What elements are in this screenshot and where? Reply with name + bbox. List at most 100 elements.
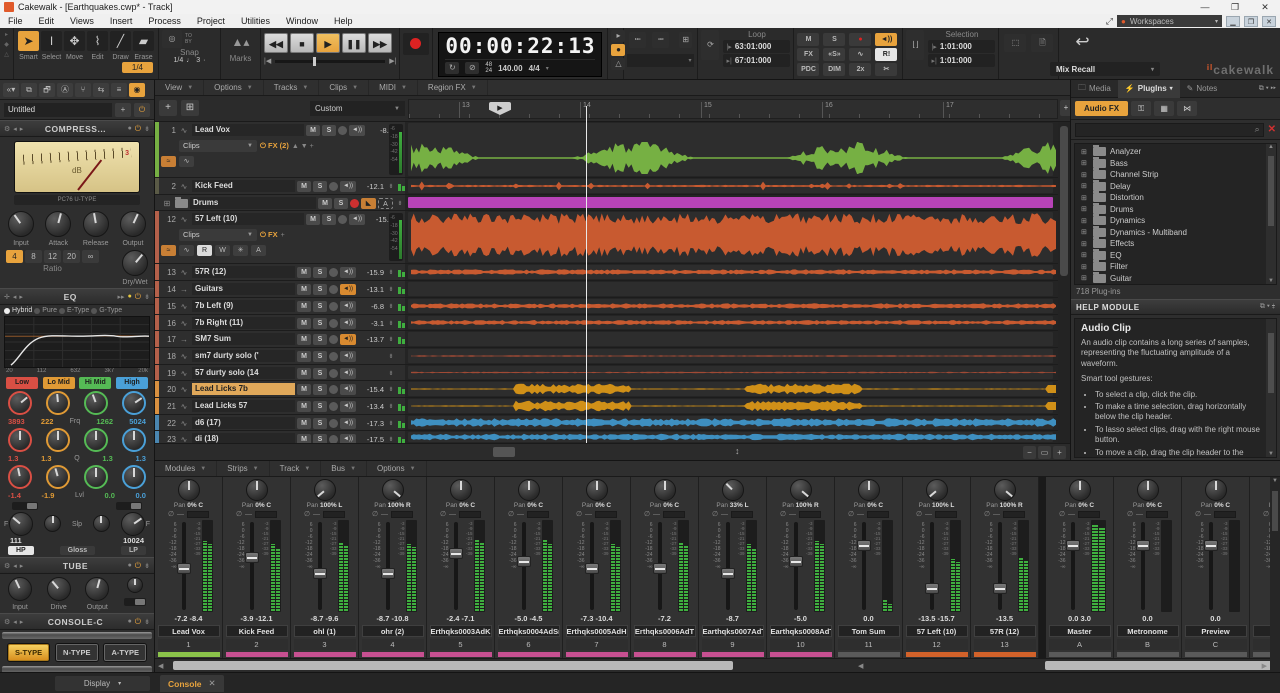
clip-row[interactable] <box>405 381 1058 398</box>
console-strip[interactable]: Pan 33% L∅—60-6-12-18-24-36-∞-3-9-15-21-… <box>699 477 767 658</box>
next-icon[interactable]: ▸ <box>20 125 24 133</box>
eq-q-value-1[interactable]: 1.3 <box>41 454 51 463</box>
flip-icon[interactable]: ⇆ <box>93 83 109 97</box>
prev-icon[interactable]: ◂ <box>13 125 17 133</box>
audio-clip[interactable] <box>408 299 1053 313</box>
track-name[interactable]: Drums <box>190 197 316 209</box>
tab-plugins[interactable]: ⚡PlugIns ▾ <box>1118 80 1180 98</box>
track-row[interactable]: 14→GuitarsMS◄))-13.1⇟ <box>155 281 405 298</box>
row-expand-icon[interactable]: ⇟ <box>386 353 396 360</box>
track-row[interactable]: 2∿Kick FeedMS◄))-12.1⇟ <box>155 178 405 195</box>
gloss-button[interactable]: Gloss <box>60 546 95 555</box>
solo-dot-icon[interactable]: ● <box>128 618 132 625</box>
record-button[interactable] <box>403 33 429 55</box>
track-row[interactable]: 19∿57 durty solo (14MS◄))⇟ <box>155 365 405 381</box>
eq-q-knob-1[interactable] <box>46 428 70 454</box>
record-arm-button[interactable] <box>338 126 347 135</box>
row-expand-icon[interactable]: ⇟ <box>386 370 396 377</box>
collapse-icon[interactable]: «▾ <box>3 83 19 97</box>
clip-row[interactable] <box>405 415 1058 431</box>
fader-values[interactable]: 0.0 <box>1142 614 1152 624</box>
marks-icon[interactable]: ▲▴ <box>224 30 257 54</box>
solo-button[interactable]: S <box>313 284 327 295</box>
mute-button[interactable]: M <box>318 198 332 209</box>
play-button[interactable]: ▶ <box>316 33 340 53</box>
volume-fader[interactable] <box>862 522 866 610</box>
solo-button[interactable]: S <box>313 401 327 412</box>
record-arm-button[interactable] <box>329 335 338 344</box>
loop-icon[interactable]: ⟳ <box>701 30 719 60</box>
mute-button[interactable]: M <box>297 368 311 379</box>
prev-icon[interactable]: ◂ <box>13 618 17 626</box>
eq-header[interactable]: ✛ ◂▸ EQ ▸▸ ● ⏻ ⇟ <box>0 288 154 305</box>
toolbar-s-button[interactable]: «S» <box>823 48 845 61</box>
menu-process[interactable]: Process <box>140 16 189 26</box>
consolec-power-icon[interactable]: ⏻ <box>135 617 141 627</box>
eq-lvl-knob-0[interactable] <box>8 465 32 491</box>
record-arm-button[interactable] <box>329 319 338 328</box>
eq-band-lo-mid[interactable]: Lo Mid <box>43 377 75 389</box>
toolbar-fx-button[interactable]: FX <box>797 48 819 61</box>
ratio-4[interactable]: 4 <box>6 250 23 263</box>
tool-edit[interactable]: ⌇Edit <box>86 30 109 61</box>
prev-icon[interactable]: ◂ <box>13 293 17 301</box>
lpf-toggle[interactable] <box>116 502 142 510</box>
trackview-menu-view[interactable]: View▼ <box>155 80 204 95</box>
plugin-category-analyzer[interactable]: ⊞Analyzer <box>1075 146 1276 158</box>
row-expand-icon[interactable]: ⇟ <box>386 436 396 443</box>
gain-value[interactable]: -17.3 <box>358 419 384 428</box>
plugin-category-distortion[interactable]: ⊞Distortion <box>1075 192 1276 204</box>
console-strip[interactable]: Pan 0% C∅—60-6-12-18-24-36-∞-3-9-15-21-2… <box>155 477 223 658</box>
pan-knob[interactable] <box>654 479 676 501</box>
track-name[interactable]: 57 durty solo (14 <box>192 367 295 379</box>
console-strip[interactable]: Pan 0% C∅—60-6-12-18-24-36-∞-3-9-15-21-2… <box>563 477 631 658</box>
track-name[interactable]: sm7 durty solo (' <box>192 350 295 362</box>
close-button[interactable]: ✕ <box>1250 2 1280 13</box>
comp-knob-attack[interactable]: Attack <box>45 211 71 247</box>
lpf-freq-knob[interactable] <box>121 512 145 536</box>
ratio-12[interactable]: 12 <box>44 250 61 263</box>
console-strip[interactable]: Pan 100% R∅—60-6-12-18-24-36-∞-3-9-15-21… <box>359 477 427 658</box>
console-strip[interactable]: Pan 100% L∅—60-6-12-18-24-36-∞-3-9-15-21… <box>291 477 359 658</box>
browser-dock-icons[interactable]: ⧉ ▾ ▸▸ <box>1259 85 1280 93</box>
pan-knob[interactable] <box>722 479 744 501</box>
toolbar-handle[interactable]: ▸◆△ <box>0 28 14 79</box>
tool-move[interactable]: ✥Move <box>63 30 86 61</box>
eq-mode-e-type[interactable]: E-Type <box>59 307 89 314</box>
eq-frq-knob-1[interactable] <box>46 391 70 417</box>
volume-fader[interactable] <box>1071 522 1075 610</box>
automation-lanes-icon[interactable]: ∿ <box>179 156 194 167</box>
eq-frq-value-2[interactable]: 1262 <box>96 417 113 426</box>
menu-file[interactable]: File <box>0 16 31 26</box>
minimize-button[interactable]: — <box>1190 2 1220 13</box>
gain-value[interactable]: -13.4 <box>358 402 384 411</box>
fader-values[interactable]: -2.4 -7.1 <box>447 614 475 624</box>
solo-button[interactable]: S <box>313 318 327 329</box>
solo-button[interactable]: S <box>334 198 348 209</box>
lpf-button[interactable]: LP <box>121 546 146 555</box>
chevron-down-icon[interactable]: ▾ <box>546 65 549 72</box>
strip-name[interactable]: Earthqks0007AdT <box>702 625 764 637</box>
fader-values[interactable]: -8.7 -9.6 <box>311 614 339 624</box>
eq-lvl-knob-1[interactable] <box>46 465 70 491</box>
volume-fader[interactable] <box>930 522 934 610</box>
strip-name[interactable]: Preview <box>1185 625 1247 637</box>
volume-fader[interactable] <box>794 522 798 610</box>
compressor-power-icon[interactable]: ⏻ <box>135 124 141 134</box>
folder-expand-icon[interactable]: ⊞ <box>161 199 173 208</box>
comp-knob-input[interactable]: Input <box>8 211 34 247</box>
pan-knob[interactable] <box>926 479 948 501</box>
ratio-∞[interactable]: ∞ <box>82 250 99 263</box>
menu-edit[interactable]: Edit <box>31 16 63 26</box>
trackview-menu-clips[interactable]: Clips▼ <box>319 80 369 95</box>
strip-name[interactable]: Erthqks0004AdSn <box>498 625 560 637</box>
eq-q-knob-3[interactable] <box>122 428 146 454</box>
row-expand-icon[interactable]: ⇟ <box>386 303 396 310</box>
eq-lvl-knob-2[interactable] <box>84 465 108 491</box>
tube-type-knob[interactable] <box>124 577 146 611</box>
menu-help[interactable]: Help <box>326 16 361 26</box>
audio-clip[interactable] <box>408 366 1053 379</box>
metronome-icon[interactable]: △ <box>611 58 625 70</box>
row-expand-icon[interactable]: ⇟ <box>386 386 396 393</box>
record-arm-button[interactable] <box>350 199 359 208</box>
